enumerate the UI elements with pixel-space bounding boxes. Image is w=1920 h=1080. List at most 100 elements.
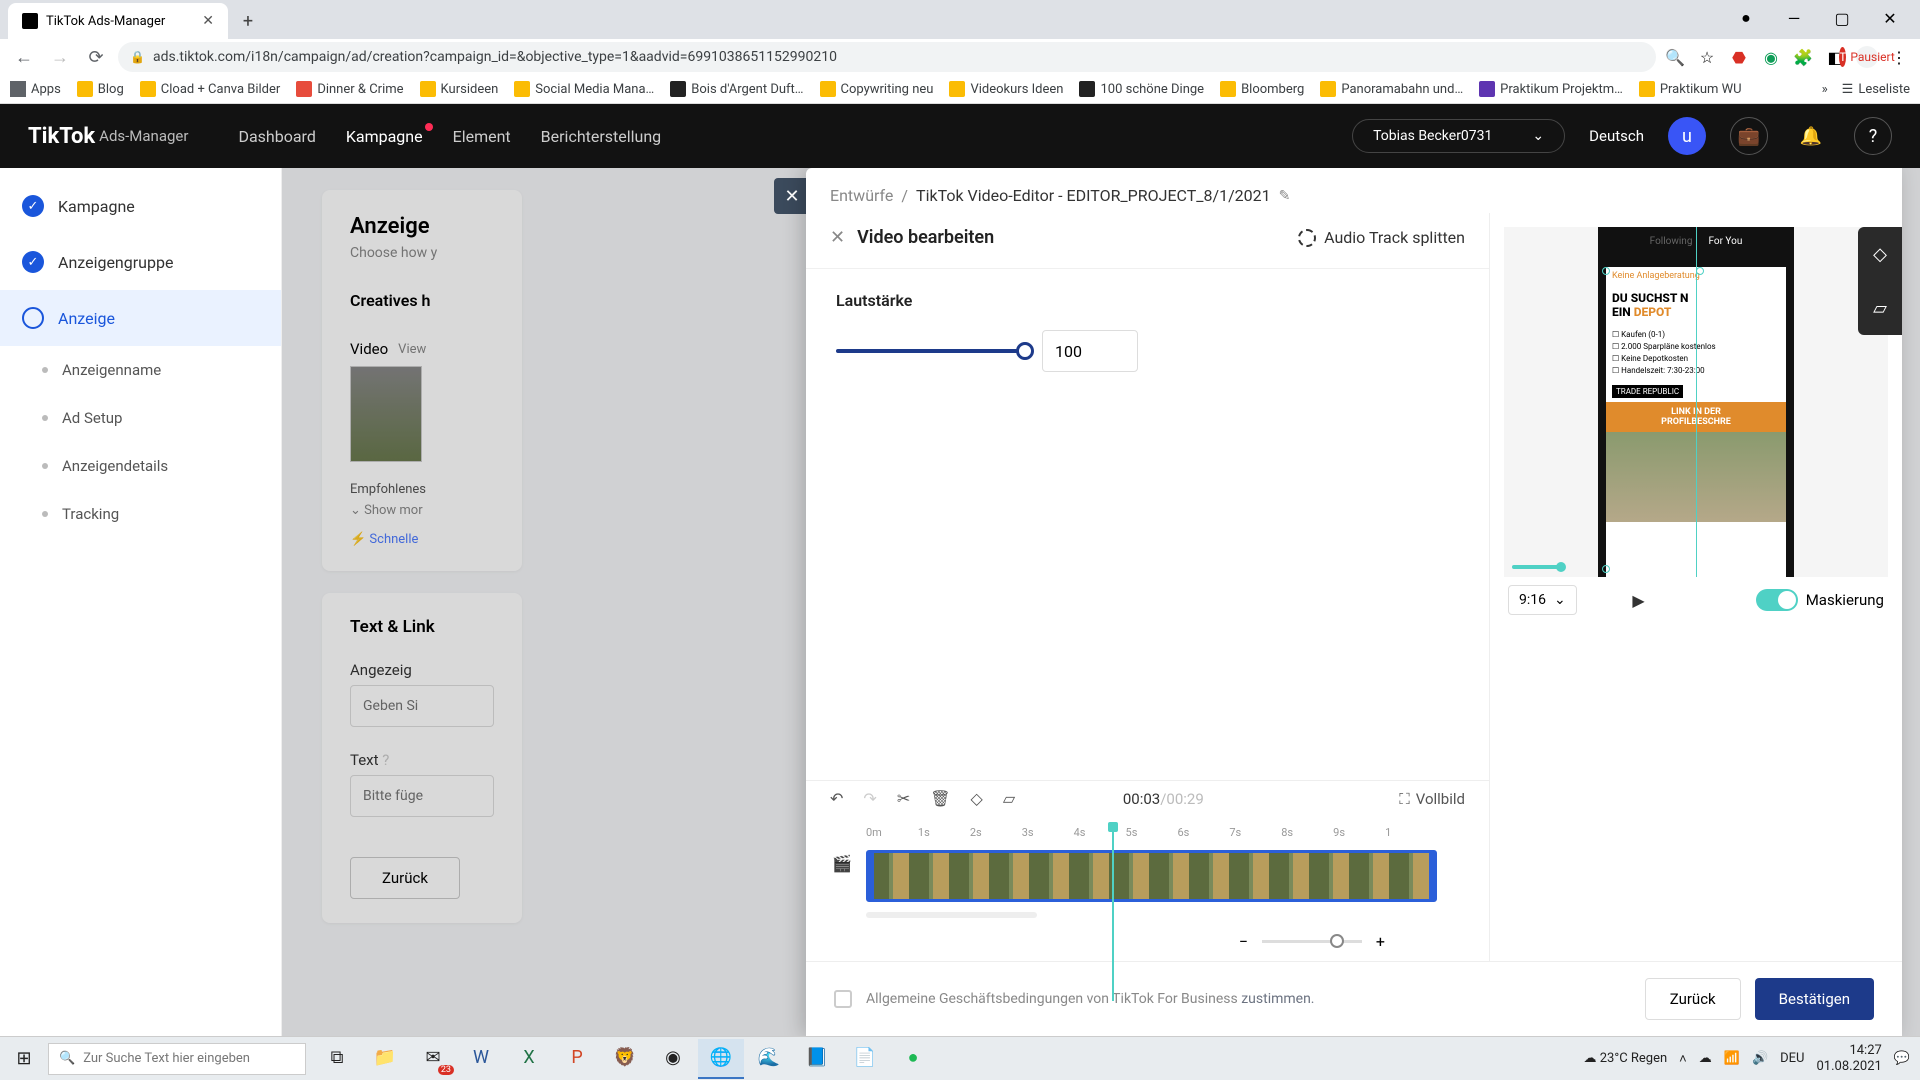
wifi-icon[interactable]: 📶 bbox=[1724, 1051, 1740, 1066]
weather-widget[interactable]: ☁ 23°C Regen bbox=[1584, 1051, 1668, 1066]
close-window-icon[interactable]: ✕ bbox=[1868, 3, 1912, 33]
agb-link[interactable]: zustimmen. bbox=[1241, 991, 1314, 1007]
bookmark-item[interactable]: Cload + Canva Bilder bbox=[140, 81, 281, 97]
nav-kampagne[interactable]: Kampagne bbox=[346, 127, 423, 146]
sidebar-sub-tracking[interactable]: Tracking bbox=[0, 490, 281, 538]
app-taskview-icon[interactable]: ⧉ bbox=[314, 1039, 360, 1079]
language-select[interactable]: Deutsch bbox=[1589, 127, 1644, 145]
ext1-icon[interactable]: ⬣ bbox=[1728, 46, 1750, 68]
bookmark-item[interactable]: Kursideen bbox=[420, 81, 499, 97]
minimize-icon[interactable]: — bbox=[1772, 3, 1816, 33]
logo[interactable]: TikTok Ads-Manager bbox=[28, 124, 188, 149]
volume-slider[interactable] bbox=[836, 349, 1026, 353]
nav-berichterstellung[interactable]: Berichterstellung bbox=[541, 127, 662, 146]
sidebar-sub-anzeigenname[interactable]: Anzeigenname bbox=[0, 346, 281, 394]
timeline-scrollbar[interactable] bbox=[866, 912, 1037, 918]
nav-dashboard[interactable]: Dashboard bbox=[238, 127, 315, 146]
profile-pill[interactable]: T Pausiert bbox=[1856, 46, 1878, 68]
eraser-tool-icon[interactable]: ◇ bbox=[1858, 227, 1902, 281]
help-icon[interactable]: ? bbox=[1854, 117, 1892, 155]
volume-icon[interactable]: 🔊 bbox=[1752, 1051, 1768, 1066]
confirm-button[interactable]: Bestätigen bbox=[1755, 978, 1874, 1020]
crop-tool-icon[interactable]: ▱ bbox=[1858, 281, 1902, 335]
notifications-icon[interactable]: 💬 bbox=[1894, 1051, 1910, 1066]
sidebar-item-anzeigengruppe[interactable]: ✓Anzeigengruppe bbox=[0, 234, 281, 290]
timeline[interactable]: 🎬 0m1s2s3s4s5s6s7s8s9s1 − + bbox=[806, 816, 1489, 961]
bookmark-item[interactable]: Videokurs Ideen bbox=[949, 81, 1063, 97]
mask-toggle[interactable] bbox=[1756, 589, 1798, 611]
lang-indicator[interactable]: DEU bbox=[1780, 1051, 1804, 1066]
app-notepad-icon[interactable]: 📄 bbox=[842, 1039, 888, 1079]
agb-checkbox[interactable] bbox=[834, 990, 852, 1008]
bookmark-item[interactable]: Panoramabahn und… bbox=[1320, 81, 1463, 97]
forward-icon[interactable]: → bbox=[46, 47, 74, 68]
slider-handle[interactable] bbox=[1016, 342, 1034, 360]
new-tab-button[interactable]: + bbox=[234, 7, 262, 35]
modal-close-button[interactable]: ✕ bbox=[774, 178, 810, 214]
star-icon[interactable]: ☆ bbox=[1696, 46, 1718, 68]
sidebar-sub-adsetup[interactable]: Ad Setup bbox=[0, 394, 281, 442]
ext2-icon[interactable]: ◉ bbox=[1760, 46, 1782, 68]
zoom-icon[interactable]: 🔍 bbox=[1664, 46, 1686, 68]
crop-icon[interactable]: ▱ bbox=[1003, 789, 1015, 808]
apps-button[interactable]: Apps bbox=[10, 81, 61, 97]
back-button[interactable]: Zurück bbox=[1645, 978, 1741, 1020]
bookmark-item[interactable]: Praktikum Projektm… bbox=[1479, 81, 1623, 97]
sidebar-item-kampagne[interactable]: ✓Kampagne bbox=[0, 178, 281, 234]
sidebar-sub-anzeigendetails[interactable]: Anzeigendetails bbox=[0, 442, 281, 490]
bookmarks-overflow-icon[interactable]: » bbox=[1822, 82, 1828, 97]
video-clip[interactable] bbox=[866, 850, 1437, 902]
app-brave-icon[interactable]: 🦁 bbox=[602, 1039, 648, 1079]
profile-dot-icon[interactable]: ● bbox=[1724, 3, 1768, 33]
zoom-out-icon[interactable]: − bbox=[1239, 932, 1248, 951]
audio-split-button[interactable]: Audio Track splitten bbox=[1298, 228, 1465, 247]
menu-icon[interactable]: ⋮ bbox=[1888, 46, 1910, 68]
onedrive-icon[interactable]: ☁ bbox=[1699, 1051, 1712, 1066]
extensions-icon[interactable]: 🧩 bbox=[1792, 46, 1814, 68]
user-select[interactable]: Tobias Becker0731 ⌄ bbox=[1352, 119, 1565, 153]
start-button[interactable]: ⊞ bbox=[0, 1048, 48, 1069]
sidebar-item-anzeige[interactable]: Anzeige bbox=[0, 290, 281, 346]
fullscreen-button[interactable]: ⛶ Vollbild bbox=[1399, 790, 1465, 808]
app-spotify-icon[interactable]: ● bbox=[890, 1039, 936, 1079]
zoom-slider[interactable] bbox=[1262, 940, 1362, 943]
nav-element[interactable]: Element bbox=[453, 127, 511, 146]
app-chrome-icon[interactable]: 🌐 bbox=[698, 1039, 744, 1079]
app-mail-icon[interactable]: ✉23 bbox=[410, 1039, 456, 1079]
close-section-icon[interactable]: ✕ bbox=[830, 227, 845, 248]
bookmark-item[interactable]: Social Media Mana… bbox=[514, 81, 654, 97]
play-button[interactable]: ▶ bbox=[1632, 591, 1654, 610]
clock[interactable]: 14:27 01.08.2021 bbox=[1817, 1043, 1882, 1074]
bookmark-item[interactable]: Bois d'Argent Duft… bbox=[670, 81, 803, 97]
browser-tab[interactable]: TikTok Ads-Manager ✕ bbox=[8, 3, 228, 39]
undo-icon[interactable]: ↶ bbox=[830, 789, 843, 808]
app-excel-icon[interactable]: X bbox=[506, 1039, 552, 1079]
eraser-icon[interactable]: ◇ bbox=[971, 789, 983, 808]
reload-icon[interactable]: ⟳ bbox=[82, 47, 110, 68]
app-obs-icon[interactable]: ◉ bbox=[650, 1039, 696, 1079]
taskbar-search[interactable]: 🔍 Zur Suche Text hier eingeben bbox=[48, 1043, 306, 1075]
bookmark-item[interactable]: 100 schöne Dinge bbox=[1079, 81, 1204, 97]
bookmark-item[interactable]: Praktikum WU bbox=[1639, 81, 1742, 97]
bookmark-item[interactable]: Dinner & Crime bbox=[296, 81, 403, 97]
app-ppt-icon[interactable]: P bbox=[554, 1039, 600, 1079]
breadcrumb-root[interactable]: Entwürfe bbox=[830, 186, 893, 205]
app-edge-icon[interactable]: 🌊 bbox=[746, 1039, 792, 1079]
back-icon[interactable]: ← bbox=[10, 47, 38, 68]
user-avatar[interactable]: u bbox=[1668, 117, 1706, 155]
zoom-in-icon[interactable]: + bbox=[1376, 932, 1385, 951]
delete-icon[interactable]: 🗑 bbox=[930, 789, 950, 808]
app-notes-icon[interactable]: 📘 bbox=[794, 1039, 840, 1079]
reading-list[interactable]: ☰Leseliste bbox=[1842, 82, 1910, 97]
briefcase-icon[interactable]: 💼 bbox=[1730, 117, 1768, 155]
address-bar[interactable]: 🔒 ads.tiktok.com/i18n/campaign/ad/creati… bbox=[118, 42, 1656, 72]
bell-icon[interactable]: 🔔 bbox=[1792, 117, 1830, 155]
volume-input[interactable] bbox=[1042, 330, 1138, 372]
cut-icon[interactable]: ✂ bbox=[897, 789, 910, 808]
bookmark-item[interactable]: Bloomberg bbox=[1220, 81, 1304, 97]
bookmark-item[interactable]: Copywriting neu bbox=[820, 81, 934, 97]
bookmark-item[interactable]: Blog bbox=[77, 81, 124, 97]
tray-chevron-icon[interactable]: ˄ bbox=[1679, 1051, 1687, 1067]
playhead[interactable] bbox=[1112, 824, 1114, 1001]
redo-icon[interactable]: ↷ bbox=[863, 789, 876, 808]
